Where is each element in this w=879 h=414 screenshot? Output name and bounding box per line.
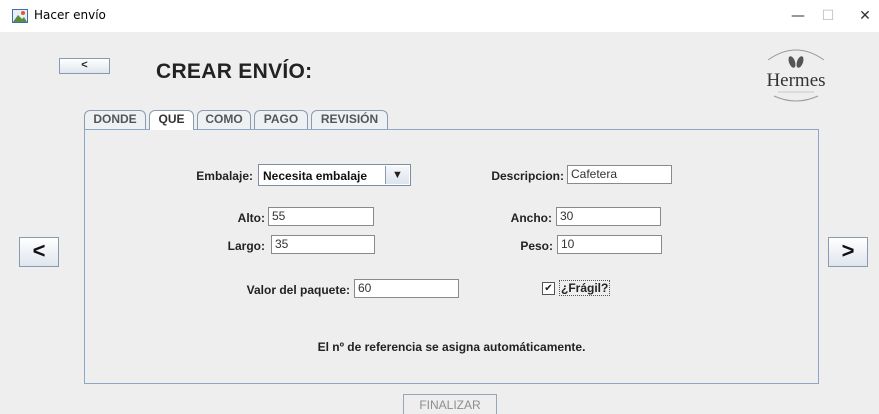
finalizar-button[interactable]: FINALIZAR: [403, 394, 497, 414]
valor-paquete-label: Valor del paquete:: [246, 283, 350, 297]
page-title: CREAR ENVÍO:: [156, 60, 313, 83]
close-button[interactable]: ✕: [845, 4, 879, 28]
descripcion-field[interactable]: Cafetera: [567, 165, 672, 184]
alto-label: Alto:: [237, 211, 265, 225]
embalaje-select[interactable]: Necesita embalaje ▼: [258, 164, 411, 186]
window-title: Hacer envío: [34, 8, 106, 22]
dropdown-arrow-icon[interactable]: ▼: [385, 166, 409, 184]
largo-field[interactable]: 35: [271, 235, 375, 254]
valor-paquete-field[interactable]: 60: [354, 279, 459, 298]
previous-step-button[interactable]: <: [19, 237, 59, 267]
hermes-logo: Hermes: [754, 42, 838, 104]
embalaje-label: Embalaje:: [196, 169, 253, 183]
tab-revision[interactable]: REVISIÓN: [311, 110, 388, 129]
app-icon: [12, 9, 28, 23]
ancho-label: Ancho:: [510, 211, 552, 225]
tab-que[interactable]: QUE: [149, 110, 194, 130]
tab-donde[interactable]: DONDE: [84, 110, 146, 129]
fragil-label[interactable]: ¿Frágil?: [559, 280, 611, 296]
next-step-button[interactable]: >: [828, 237, 868, 267]
reference-notice: El nº de referencia se asigna automática…: [317, 340, 586, 354]
tab-pago[interactable]: PAGO: [254, 110, 308, 129]
largo-label: Largo:: [227, 239, 265, 253]
descripcion-label: Descripcion:: [491, 169, 564, 183]
tab-como[interactable]: COMO: [197, 110, 251, 129]
embalaje-selected-value: Necesita embalaje: [263, 169, 368, 183]
peso-label: Peso:: [520, 239, 553, 253]
alto-field[interactable]: 55: [268, 207, 374, 226]
window-titlebar: Hacer envío — ☐ ✕: [0, 0, 879, 32]
maximize-button[interactable]: ☐: [808, 4, 848, 28]
peso-field[interactable]: 10: [557, 235, 662, 254]
fragil-checkbox[interactable]: ✔: [542, 282, 555, 295]
logo-text: Hermes: [766, 70, 826, 91]
back-button[interactable]: <: [59, 58, 110, 74]
ancho-field[interactable]: 30: [556, 207, 661, 226]
